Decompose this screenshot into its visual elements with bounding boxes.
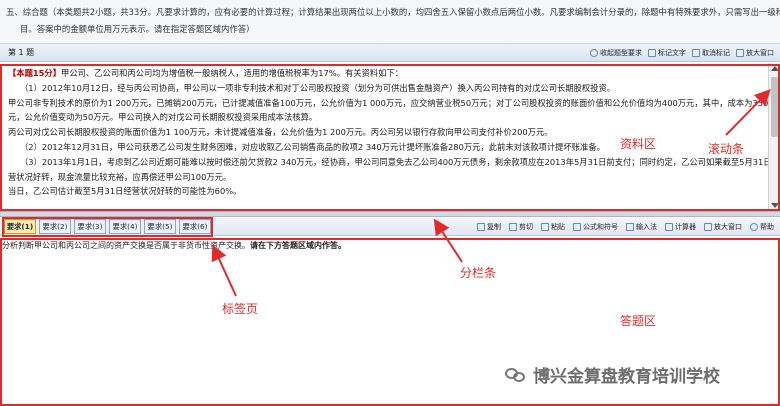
exam-instructions: 五、综合题（本类题共2小题，共33分。凡要求计算的，应有必要的计算过程；计算结果… (0, 0, 780, 44)
copy-button[interactable]: 复制 (477, 222, 501, 232)
collapse-requirements-button[interactable]: 收起题型要求 (590, 44, 642, 62)
material-area-label: 资料区 (620, 137, 657, 151)
collapse-icon (590, 49, 598, 57)
paste-icon (541, 223, 549, 231)
input-method-button[interactable]: 输入法 (626, 222, 657, 232)
question-number: 第 1 题 (8, 48, 35, 57)
instructions-line-1: 五、综合题（本类题共2小题，共33分。凡要求计算的，应有必要的计算过程；计算结果… (6, 7, 780, 17)
help-icon (750, 223, 758, 231)
marker-icon (648, 49, 656, 57)
watermark: 博兴金算盘教育培训学校 (505, 362, 720, 387)
sigma-icon (573, 223, 581, 231)
answer-area-label: 答题区 (620, 314, 657, 328)
tab-bar-highlight (2, 217, 213, 237)
paste-button[interactable]: 粘贴 (541, 222, 565, 232)
enlarge-answer-button[interactable]: 放大窗口 (704, 222, 742, 232)
calculator-button[interactable]: 计算器 (665, 222, 696, 232)
scrollbar-label: 滚动条 (708, 142, 745, 156)
unmark-button[interactable]: 取消标记 (692, 44, 730, 62)
calculator-icon (665, 223, 673, 231)
enlarge-icon (736, 49, 744, 57)
mark-text-button[interactable]: 标记文字 (648, 44, 686, 62)
instructions-line-2: 目。答案中的金额单位用万元表示。请在指定答题区域内作答） (20, 24, 255, 34)
cut-button[interactable]: 剪切 (509, 222, 533, 232)
copy-icon (477, 223, 485, 231)
formula-symbol-button[interactable]: 公式和符号 (573, 222, 618, 232)
enlarge-icon (704, 223, 712, 231)
keyboard-icon (626, 223, 634, 231)
scissors-icon (509, 223, 517, 231)
help-button[interactable]: 帮助 (750, 222, 774, 232)
material-area-highlight (0, 64, 780, 211)
question-bar: 第 1 题 收起题型要求 标记文字 取消标记 放大窗口 (0, 44, 780, 62)
wechat-icon (505, 366, 527, 384)
enlarge-window-button[interactable]: 放大窗口 (736, 44, 774, 62)
eraser-icon (692, 49, 700, 57)
watermark-text: 博兴金算盘教育培训学校 (533, 367, 720, 387)
splitter-label: 分栏条 (460, 266, 497, 280)
tab-page-label: 标签页 (222, 302, 259, 316)
